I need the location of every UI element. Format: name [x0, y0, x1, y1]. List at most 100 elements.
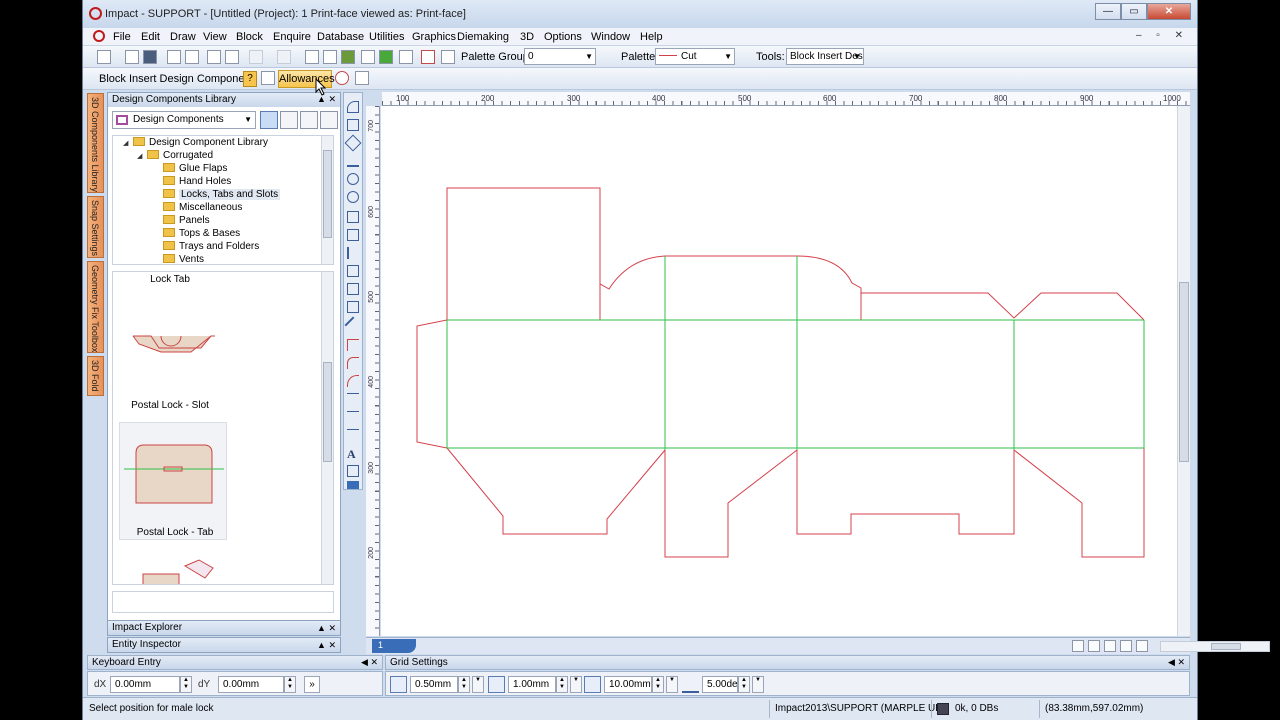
rotate-icon[interactable]	[335, 71, 349, 85]
grid-spinner[interactable]: ▲ ▼	[556, 676, 568, 693]
minimize-button[interactable]: —	[1095, 3, 1121, 20]
maximize-button[interactable]: ▭	[1121, 3, 1147, 20]
frame-dropdown[interactable]: ▼	[666, 676, 678, 693]
mirror-tool-icon[interactable]	[347, 247, 359, 259]
print-face-tab[interactable]: 1	[372, 639, 416, 653]
save-icon[interactable]	[143, 50, 157, 64]
side-tab-geometry-fix[interactable]: Geometry Fix Toolbox	[87, 261, 104, 353]
dy-input[interactable]: 0.00mm	[218, 676, 284, 693]
tools-select[interactable]: Block Insert Des ▼	[786, 48, 864, 65]
menu-edit[interactable]: Edit	[141, 31, 160, 43]
postal-lock-tab-card[interactable]: Postal Lock - Tab	[119, 422, 227, 540]
tree-item[interactable]: Hand Holes	[163, 176, 231, 189]
pin-icon[interactable]: ▲ ✕	[317, 621, 336, 635]
expand-toolbar-icon[interactable]	[347, 481, 359, 489]
box-3d-icon[interactable]	[379, 50, 393, 64]
grid-input[interactable]: 1.00mm	[508, 676, 556, 693]
tree-item[interactable]: Miscellaneous	[163, 202, 242, 215]
next-component-thumbnail[interactable]	[139, 554, 219, 584]
pin-icon[interactable]: ▲ ✕	[317, 638, 336, 652]
offset-tool-icon[interactable]	[344, 316, 362, 334]
large-icons-view-button[interactable]	[260, 111, 278, 129]
scale-tool-icon[interactable]	[347, 265, 359, 277]
spline-tool-icon[interactable]	[347, 155, 359, 167]
menu-enquire[interactable]: Enquire	[273, 31, 311, 43]
redo-icon[interactable]	[277, 50, 291, 64]
angle-input[interactable]: 5.00deg	[702, 676, 743, 693]
menu-help[interactable]: Help	[640, 31, 663, 43]
circle-tool-icon[interactable]	[347, 191, 359, 203]
frame-input[interactable]: 10.00mm	[604, 676, 652, 693]
dy-spinner[interactable]: ▲ ▼	[284, 676, 296, 693]
frame-icon[interactable]	[1136, 640, 1148, 652]
entity-inspector-panel[interactable]: Entity Inspector ▲ ✕	[107, 637, 341, 653]
menu-diemaking[interactable]: Diemaking	[457, 31, 509, 43]
tree-icon[interactable]	[361, 50, 375, 64]
menu-options[interactable]: Options	[544, 31, 582, 43]
fillet-tool-icon[interactable]	[347, 357, 359, 369]
menu-block[interactable]: Block	[236, 31, 263, 43]
menu-graphics[interactable]: Graphics	[412, 31, 456, 43]
tree-item[interactable]: Tops & Bases	[163, 228, 240, 241]
impact-explorer-panel[interactable]: Impact Explorer ▲ ✕	[107, 620, 341, 636]
round-tool-icon[interactable]	[347, 375, 359, 387]
preview-scrollbar[interactable]	[321, 272, 333, 584]
help-button[interactable]: ?	[243, 71, 257, 87]
details-view-button[interactable]	[320, 111, 338, 129]
tree-item[interactable]: Vents	[163, 254, 204, 264]
list-view-button[interactable]	[300, 111, 318, 129]
frame-grid-icon[interactable]	[584, 676, 601, 693]
layer-icon[interactable]	[305, 50, 319, 64]
drawing-canvas[interactable]	[381, 106, 1177, 636]
die-line-drawing[interactable]	[381, 106, 1177, 636]
angle-icon[interactable]	[682, 676, 699, 693]
corner-tool-icon[interactable]	[347, 339, 359, 351]
polygon-tool-icon[interactable]	[344, 134, 362, 152]
tool-option-icon[interactable]	[261, 71, 275, 85]
break-tool-icon[interactable]	[347, 429, 359, 441]
tree-item[interactable]: Trays and Folders	[163, 241, 259, 254]
grid-dropdown[interactable]: ▼	[570, 676, 582, 693]
dx-spinner[interactable]: ▲ ▼	[180, 676, 192, 693]
array-tool-icon[interactable]	[347, 301, 359, 313]
snap-grid-icon[interactable]	[390, 676, 407, 693]
save-all-icon[interactable]	[167, 50, 181, 64]
cut-icon[interactable]	[185, 50, 199, 64]
pin-icon[interactable]: ◀ ✕	[1168, 656, 1185, 669]
pencil-icon[interactable]	[1072, 640, 1084, 652]
menu-utilities[interactable]: Utilities	[369, 31, 404, 43]
print-preview-icon[interactable]	[225, 50, 239, 64]
menu-database[interactable]: Database	[317, 31, 364, 43]
sheet-icon[interactable]	[399, 50, 413, 64]
snap-spinner[interactable]: ▲ ▼	[458, 676, 470, 693]
arc-tool-icon[interactable]	[347, 101, 359, 113]
play-icon[interactable]	[1104, 640, 1116, 652]
text-tool-icon[interactable]: A	[347, 447, 359, 461]
terrain-icon[interactable]	[341, 50, 355, 64]
side-tab-3d-fold[interactable]: 3D Fold	[87, 356, 104, 396]
copy-tool-icon[interactable]	[347, 211, 359, 223]
open-icon[interactable]	[125, 50, 139, 64]
chart-icon[interactable]	[323, 50, 337, 64]
tree-root[interactable]: Design Component Library	[133, 137, 268, 150]
menu-window[interactable]: Window	[591, 31, 630, 43]
new-icon[interactable]	[97, 50, 111, 64]
palette-tool-icon[interactable]	[441, 50, 455, 64]
expand-arrow-icon[interactable]: ◢	[137, 152, 142, 160]
tree-group-corrugated[interactable]: Corrugated	[147, 150, 213, 163]
menu-3d[interactable]: 3D	[520, 31, 534, 43]
grid-icon[interactable]	[488, 676, 505, 693]
side-tab-snap-settings[interactable]: Snap Settings	[87, 196, 104, 258]
angle-spinner[interactable]: ▲ ▼	[738, 676, 750, 693]
tree-scrollbar[interactable]	[321, 136, 333, 264]
move-tool-icon[interactable]	[347, 229, 359, 241]
grid-toggle-icon[interactable]	[355, 71, 369, 85]
lock-tab-thumbnail[interactable]	[121, 322, 221, 362]
dx-input[interactable]: 0.00mm	[110, 676, 180, 693]
measure-icon[interactable]	[421, 50, 435, 64]
tree-item[interactable]: Panels	[163, 215, 210, 228]
menu-draw[interactable]: Draw	[170, 31, 196, 43]
tree-item-selected[interactable]: Locks, Tabs and Slots	[163, 189, 281, 202]
palette-group-select[interactable]: 0 ▼	[524, 48, 596, 65]
frame-spinner[interactable]: ▲ ▼	[652, 676, 664, 693]
